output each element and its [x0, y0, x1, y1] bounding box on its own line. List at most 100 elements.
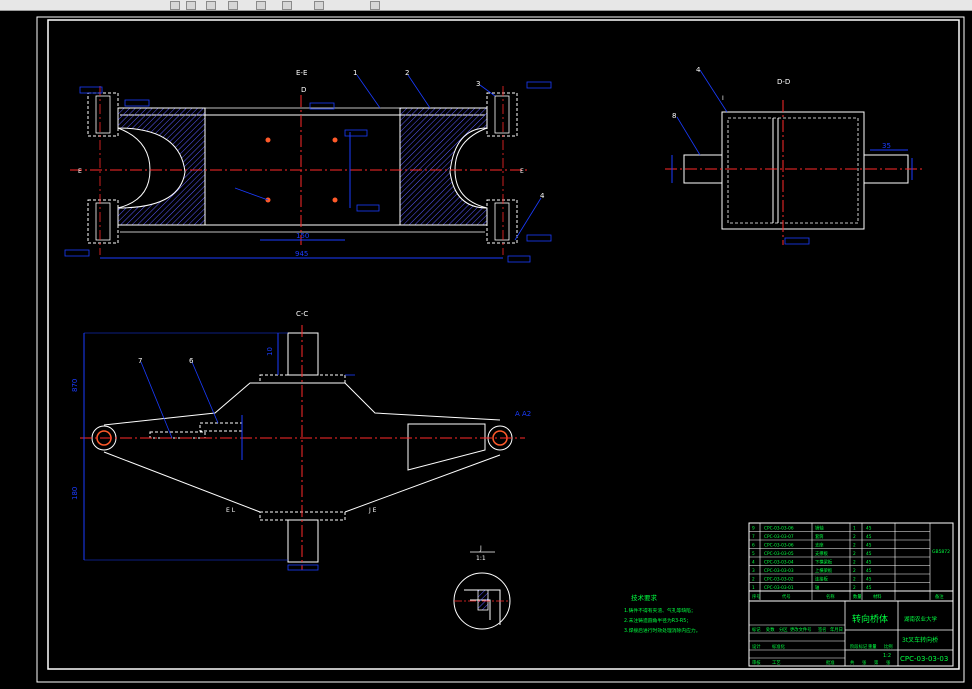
title-scale: 1:2 — [883, 653, 891, 659]
bom-header-cell: 备注 — [935, 593, 944, 600]
bom-cell: 2 — [853, 568, 856, 574]
ee-part-4: 4 — [540, 192, 545, 200]
title-block-label: 设计 — [752, 643, 761, 650]
cc-part-6: 6 — [189, 357, 194, 365]
bom-extra: GB5872 — [932, 549, 950, 555]
dd-mark-left: I — [722, 95, 724, 102]
title-block-label: 签名 — [818, 626, 827, 633]
dd-dim-right: 35 — [882, 142, 891, 150]
bom-cell: CPC-03-03-05 — [764, 551, 794, 557]
title-block-label: 分区 — [779, 626, 788, 633]
ee-bolt-block-tl — [87, 92, 119, 137]
title-block: 转向桥体 湖南农业大学 3t叉车转向桥 CPC-03-03-03 1:2 标记处… — [748, 600, 954, 667]
bom-cell: 7 — [752, 534, 755, 540]
title-block-label: 标记 — [752, 626, 761, 633]
bom-cell: 2 — [853, 577, 856, 583]
cc-dim-left-bottom: 180 — [71, 487, 79, 500]
bom-cell: 2 — [853, 543, 856, 549]
properties-icon[interactable] — [314, 1, 324, 10]
detail-scale: 1:1 — [476, 555, 486, 562]
bom-cell: CPC-03-03-06 — [764, 526, 794, 532]
bom-cell: 支座 — [815, 542, 824, 549]
bom-cell: 45 — [866, 585, 872, 591]
view-ee-tag: D — [301, 86, 306, 94]
ee-bolt-block-tr — [486, 92, 518, 137]
ee-part-1: 1 — [353, 69, 357, 77]
dd-housing — [721, 111, 865, 230]
print-icon[interactable] — [228, 1, 238, 10]
bom-cell: 3 — [752, 568, 755, 574]
help-icon[interactable] — [370, 1, 380, 10]
bom-cell: CPC-03-03-02 — [764, 577, 794, 583]
title-block-label: 年月日 — [830, 626, 843, 633]
bom-cell: 45 — [866, 526, 872, 532]
title-block-label: 批准 — [826, 659, 835, 666]
bom-cell: 销轴 — [815, 525, 824, 532]
bom-cell: CPC-03-03-04 — [764, 560, 794, 566]
bom-cell: CPC-03-03-01 — [764, 585, 794, 591]
ee-part-2: 2 — [405, 69, 409, 77]
bom-cell: 4 — [752, 560, 755, 566]
view-dd-label: D-D — [777, 78, 790, 86]
dd-part-4: 4 — [696, 66, 701, 74]
bom-cell: 2 — [853, 551, 856, 557]
notes-line-2: 2.未注铸造圆角半径为R3-R5； — [624, 617, 691, 624]
bom-cell: 下横梁板 — [815, 559, 833, 566]
bom-cell: 45 — [866, 551, 872, 557]
ee-dim-bottom: 150 — [296, 232, 309, 240]
bom-cell: 2 — [853, 560, 856, 566]
drawing-canvas[interactable]: E-E D 150 945 1 2 3 4 E E D-D 35 4 8 I C… — [0, 10, 972, 685]
cc-dim-left-top: 870 — [71, 379, 79, 392]
title-block-label: 处数 — [766, 626, 775, 633]
title-block-label: 更改文件号 — [790, 626, 811, 633]
bom-header-cell: 数量 — [853, 593, 862, 600]
bom-header-cell: 序号 — [752, 593, 761, 600]
bom-cell: 2 — [853, 534, 856, 540]
title-school: 湖南农业大学 — [904, 615, 938, 623]
title-subtitle: 3t叉车转向桥 — [902, 636, 938, 644]
dd-part-8: 8 — [672, 112, 676, 120]
drawing-svg[interactable]: E-E D 150 945 1 2 3 4 E E D-D 35 4 8 I C… — [0, 10, 972, 685]
layers-icon[interactable] — [282, 1, 292, 10]
view-ee: E-E D 150 945 1 2 3 4 E E — [64, 69, 552, 263]
view-cc: C-C 870 180 10 7 6 A A2 E L J E — [71, 310, 531, 571]
bom-cell: 45 — [866, 577, 872, 583]
notes-line-3: 3.焊接后进行时效处理消除内应力。 — [624, 627, 701, 634]
bom-cell: 支撑板 — [815, 550, 829, 557]
ee-hole — [265, 137, 271, 143]
notes-title: 技术要求 — [631, 593, 658, 602]
cc-mark-right: A A2 — [515, 410, 531, 418]
bom-cell: 2 — [752, 577, 755, 583]
ee-mark-right: E — [520, 168, 524, 175]
bom-cell: 1 — [752, 585, 755, 591]
zoom-icon[interactable] — [170, 1, 180, 10]
bom-cell: 套筒 — [815, 533, 824, 540]
ee-dim-total: 945 — [295, 250, 308, 258]
title-block-label: 比例 — [884, 643, 893, 650]
title-name: 转向桥体 — [852, 613, 888, 625]
ee-bolt-block-br — [486, 199, 518, 244]
title-block-label: 重量 — [868, 643, 877, 650]
bom-cell: 上横梁板 — [815, 567, 833, 574]
cc-lower-boss — [287, 519, 319, 563]
title-block-label: 审核 — [752, 659, 761, 666]
ee-hole — [332, 137, 338, 143]
title-block-label: 共 — [850, 659, 855, 666]
bom-cell: CPC-03-03-07 — [764, 534, 794, 540]
title-block-label: 张 — [862, 659, 867, 666]
ee-right-hatch — [399, 107, 488, 226]
bom-cell: 轴 — [815, 584, 819, 591]
notes-line-1: 1.铸件不得有夹渣、气孔等缺陷； — [624, 607, 696, 614]
ee-mark-left: E — [78, 168, 82, 175]
title-block-label: 阶段标记 — [850, 643, 868, 650]
save-icon[interactable] — [206, 1, 216, 10]
view-dd: D-D 35 4 8 I — [665, 66, 925, 245]
bom-cell: 5 — [752, 551, 755, 557]
bom-cell: 45 — [866, 534, 872, 540]
view-detail-j: J 1:1 — [453, 545, 511, 630]
bom-cell: 6 — [752, 543, 755, 549]
settings-icon[interactable] — [256, 1, 266, 10]
bom-cell: 2 — [853, 585, 856, 591]
bom-header-cell: 材料 — [873, 593, 882, 600]
hand-icon[interactable] — [186, 1, 196, 10]
